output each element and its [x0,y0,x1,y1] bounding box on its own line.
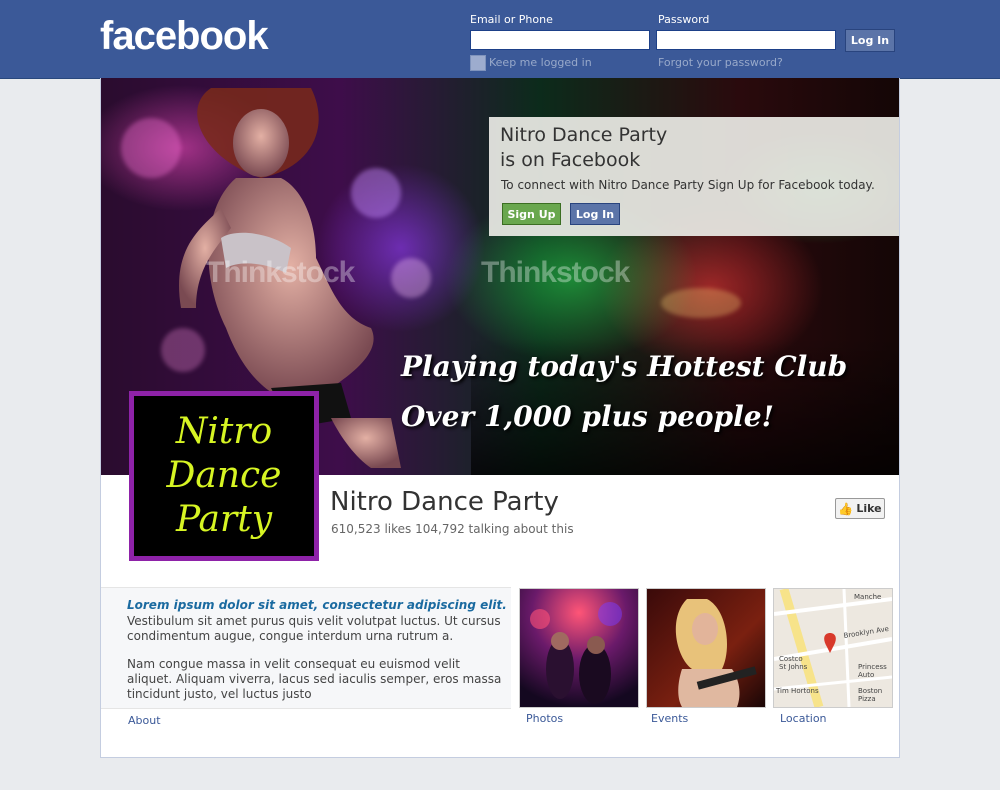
photos-thumbnail[interactable] [519,588,639,708]
top-bar: facebook Email or Phone Password Log In … [0,0,1000,79]
map-label: Manche [854,593,881,601]
about-paragraph-2: Nam congue massa in velit consequat eu e… [127,657,502,701]
tab-location[interactable]: Location [780,712,827,725]
page-stats: 610,523 likes 104,792 talking about this [331,522,574,536]
signup-button[interactable]: Sign Up [502,203,561,225]
location-map[interactable]: Costco St Johns Princess Auto Tim Horton… [773,588,893,708]
password-field[interactable] [656,30,836,50]
facebook-logo[interactable]: facebook [100,14,269,59]
map-image: Costco St Johns Princess Auto Tim Horton… [774,589,892,707]
talking-count: 104,792 talking about this [415,522,574,536]
like-button-label: Like [856,502,882,515]
watermark-text: Thinkstock [481,256,630,289]
tagline-line-1: Playing today's Hottest Club [401,350,848,383]
events-thumbnail[interactable] [646,588,766,708]
overlay-title-line-2: is on Facebook [500,149,641,171]
map-label: Tim Hortons [775,687,819,695]
events-image [647,589,765,707]
likes-count: 610,523 likes [331,522,412,536]
profile-line-3: Party [175,499,273,540]
login-button[interactable]: Log In [845,29,895,52]
map-label: Costco [779,655,803,663]
overlay-login-button[interactable]: Log In [570,203,620,225]
profile-picture-text: Nitro Dance Party [134,396,314,556]
map-label: Boston [858,687,882,695]
profile-line-2: Dance [166,455,282,496]
map-label: Pizza [858,695,876,703]
thumbs-up-icon: 👍 [838,501,854,516]
tab-about[interactable]: About [128,714,161,727]
keep-logged-in-label[interactable]: Keep me logged in [489,56,592,69]
tab-events[interactable]: Events [651,712,688,725]
email-label: Email or Phone [470,13,553,26]
profile-line-1: Nitro [175,411,273,452]
map-label: Princess [858,663,887,671]
page-container: Thinkstock Thinkstock Playing today's Ho… [100,78,900,758]
keep-logged-in-checkbox[interactable] [470,55,486,71]
signup-overlay: Nitro Dance Party is on Facebook To conn… [489,117,899,236]
password-label: Password [658,13,710,26]
tab-photos[interactable]: Photos [526,712,563,725]
overlay-text: To connect with Nitro Dance Party Sign U… [501,178,875,192]
map-label: Auto [858,671,874,679]
overlay-title-line-1: Nitro Dance Party [500,124,668,146]
forgot-password-link[interactable]: Forgot your password? [658,56,783,69]
profile-picture[interactable]: Nitro Dance Party [129,391,319,561]
light-bokeh [661,288,741,318]
page-title[interactable]: Nitro Dance Party [330,487,559,517]
like-button[interactable]: 👍 Like [835,498,885,519]
watermark-text: Thinkstock [206,256,355,289]
overlay-title: Nitro Dance Party is on Facebook [500,123,800,173]
about-heading: Lorem ipsum dolor sit amet, consectetur … [127,598,507,612]
about-box[interactable]: Lorem ipsum dolor sit amet, consectetur … [101,587,511,709]
map-label: St Johns [779,663,808,671]
email-field[interactable] [470,30,650,50]
tagline-line-2: Over 1,000 plus people! [401,400,774,433]
about-paragraph-1: Vestibulum sit amet purus quis velit vol… [127,614,501,643]
photos-image [520,589,638,707]
